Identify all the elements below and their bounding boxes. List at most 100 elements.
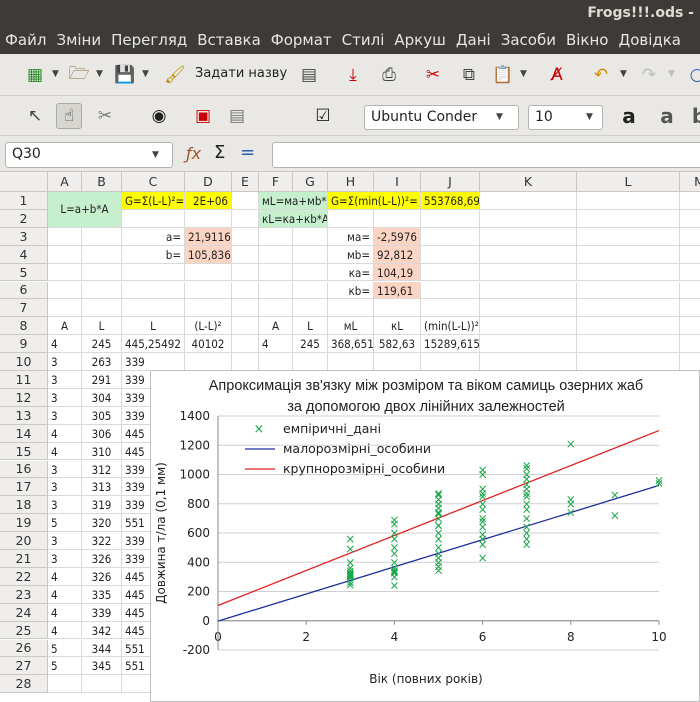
row-header[interactable]: 9 [0, 335, 48, 354]
data-cell[interactable]: 4 [48, 603, 82, 622]
header-cell[interactable]: кL [374, 317, 421, 336]
data-cell[interactable]: 368,651 [328, 335, 374, 354]
image-button-icon[interactable]: ▣ [190, 103, 216, 129]
data-cell[interactable]: 5 [48, 657, 82, 676]
cell[interactable] [293, 245, 328, 264]
control-wizard-icon[interactable]: ✂ [92, 103, 118, 129]
cell[interactable] [374, 353, 421, 371]
cell[interactable] [421, 281, 480, 300]
cell[interactable] [421, 245, 480, 264]
header-cell[interactable]: L [82, 317, 122, 336]
cell[interactable] [577, 209, 680, 228]
cell[interactable] [259, 263, 293, 282]
menu-data[interactable]: Дані [451, 27, 496, 54]
g-value-cell[interactable]: 2E+06 [185, 192, 232, 210]
cell[interactable] [232, 245, 259, 264]
data-cell[interactable]: 4 [48, 567, 82, 586]
la-label-cell[interactable]: кa= [328, 263, 374, 282]
header-cell[interactable]: мL [328, 317, 374, 336]
cell[interactable] [421, 299, 480, 318]
row-header[interactable]: 15 [0, 442, 48, 461]
font-color-icon[interactable]: a [616, 103, 642, 129]
row-header[interactable]: 24 [0, 603, 48, 622]
data-cell[interactable]: 306 [82, 424, 122, 443]
cell[interactable] [185, 353, 232, 371]
cell[interactable] [680, 282, 700, 300]
row-header[interactable]: 3 [0, 227, 48, 246]
clone-formatting-icon[interactable]: 🖌 [162, 62, 188, 88]
data-cell[interactable]: 335 [82, 585, 122, 604]
small-formula-cell[interactable]: мL=мa+мb*A [259, 192, 328, 210]
data-cell[interactable]: 304 [82, 388, 122, 407]
header-cell[interactable]: (min(L-L))² [421, 317, 480, 336]
option-button-icon[interactable]: ◉ [146, 103, 172, 129]
cell[interactable] [577, 281, 680, 300]
row-header[interactable]: 8 [0, 317, 48, 336]
cell[interactable] [374, 299, 421, 318]
cell[interactable] [232, 263, 259, 282]
checkbox-icon[interactable]: ☑ [310, 103, 336, 129]
data-cell[interactable]: 344 [82, 639, 122, 658]
menu-tools[interactable]: Засоби [496, 27, 561, 54]
cell[interactable] [577, 335, 680, 354]
define-name-button[interactable]: Задати назву [195, 66, 287, 81]
clear-formatting-icon[interactable]: A̸ [544, 62, 570, 88]
menu-help[interactable]: Довідка [613, 27, 686, 54]
sa-label-cell[interactable]: мa= [328, 227, 374, 246]
menu-insert[interactable]: Вставка [192, 27, 266, 54]
cell[interactable] [259, 353, 293, 371]
column-header[interactable]: L [577, 172, 680, 192]
data-cell[interactable]: 4 [48, 424, 82, 443]
open-dropdown-icon[interactable]: ▼ [96, 69, 103, 79]
select-pointer-icon[interactable]: ↖ [22, 103, 48, 129]
copy-icon[interactable]: ⧉ [456, 62, 482, 88]
data-cell[interactable]: 3 [48, 371, 82, 389]
cell[interactable] [185, 281, 232, 300]
cell[interactable] [232, 299, 259, 318]
column-header[interactable]: H [328, 172, 374, 192]
b-value-cell[interactable]: 105,836 [185, 245, 232, 264]
data-cell[interactable]: 245 [293, 335, 328, 354]
scatter-chart[interactable]: Апроксимація зв'язку між розміром та вік… [150, 370, 700, 702]
find-icon[interactable]: ○ [684, 62, 700, 88]
cell[interactable] [259, 281, 293, 300]
cell[interactable] [680, 317, 700, 336]
sb-value-cell[interactable]: 92,812 [374, 245, 421, 264]
row-header[interactable]: 4 [0, 245, 48, 264]
cell[interactable] [82, 245, 122, 264]
data-cell[interactable]: 15289,615 [421, 335, 480, 354]
cell[interactable] [480, 299, 577, 318]
data-cell[interactable]: 245 [82, 335, 122, 354]
data-cell[interactable]: 3 [48, 406, 82, 425]
cell[interactable] [122, 263, 185, 282]
name-box[interactable]: Q30 [5, 142, 173, 168]
cell[interactable] [328, 209, 374, 228]
cell[interactable] [293, 281, 328, 300]
cell[interactable] [577, 353, 680, 371]
cell[interactable] [421, 227, 480, 246]
data-cell[interactable]: 582,63 [374, 335, 421, 354]
select-all-corner[interactable] [0, 172, 48, 192]
cell[interactable] [421, 353, 480, 371]
data-cell[interactable]: 263 [82, 353, 122, 371]
print-icon[interactable]: ⎙ [376, 62, 402, 88]
data-cell[interactable]: 3 [48, 478, 82, 497]
model-formula-cell[interactable]: L=a+b*A [48, 192, 122, 228]
cell[interactable] [480, 209, 577, 228]
cell[interactable] [480, 192, 577, 210]
cell[interactable] [328, 353, 374, 371]
column-header[interactable]: F [259, 172, 293, 192]
cut-icon[interactable]: ✂ [420, 62, 446, 88]
a-value-cell[interactable]: 21,9116 [185, 227, 232, 246]
cell[interactable] [259, 227, 293, 246]
cell[interactable] [374, 209, 421, 228]
data-cell[interactable]: 3 [48, 460, 82, 479]
cell[interactable] [293, 353, 328, 371]
shadow-icon[interactable]: a [654, 103, 680, 129]
cell[interactable] [122, 299, 185, 318]
header-cell[interactable]: (L-L)² [185, 317, 232, 336]
menu-file[interactable]: Файл [0, 27, 51, 54]
cell[interactable] [577, 317, 680, 336]
data-cell[interactable]: 339 [82, 603, 122, 622]
paste-icon[interactable]: 📋 [490, 62, 516, 88]
